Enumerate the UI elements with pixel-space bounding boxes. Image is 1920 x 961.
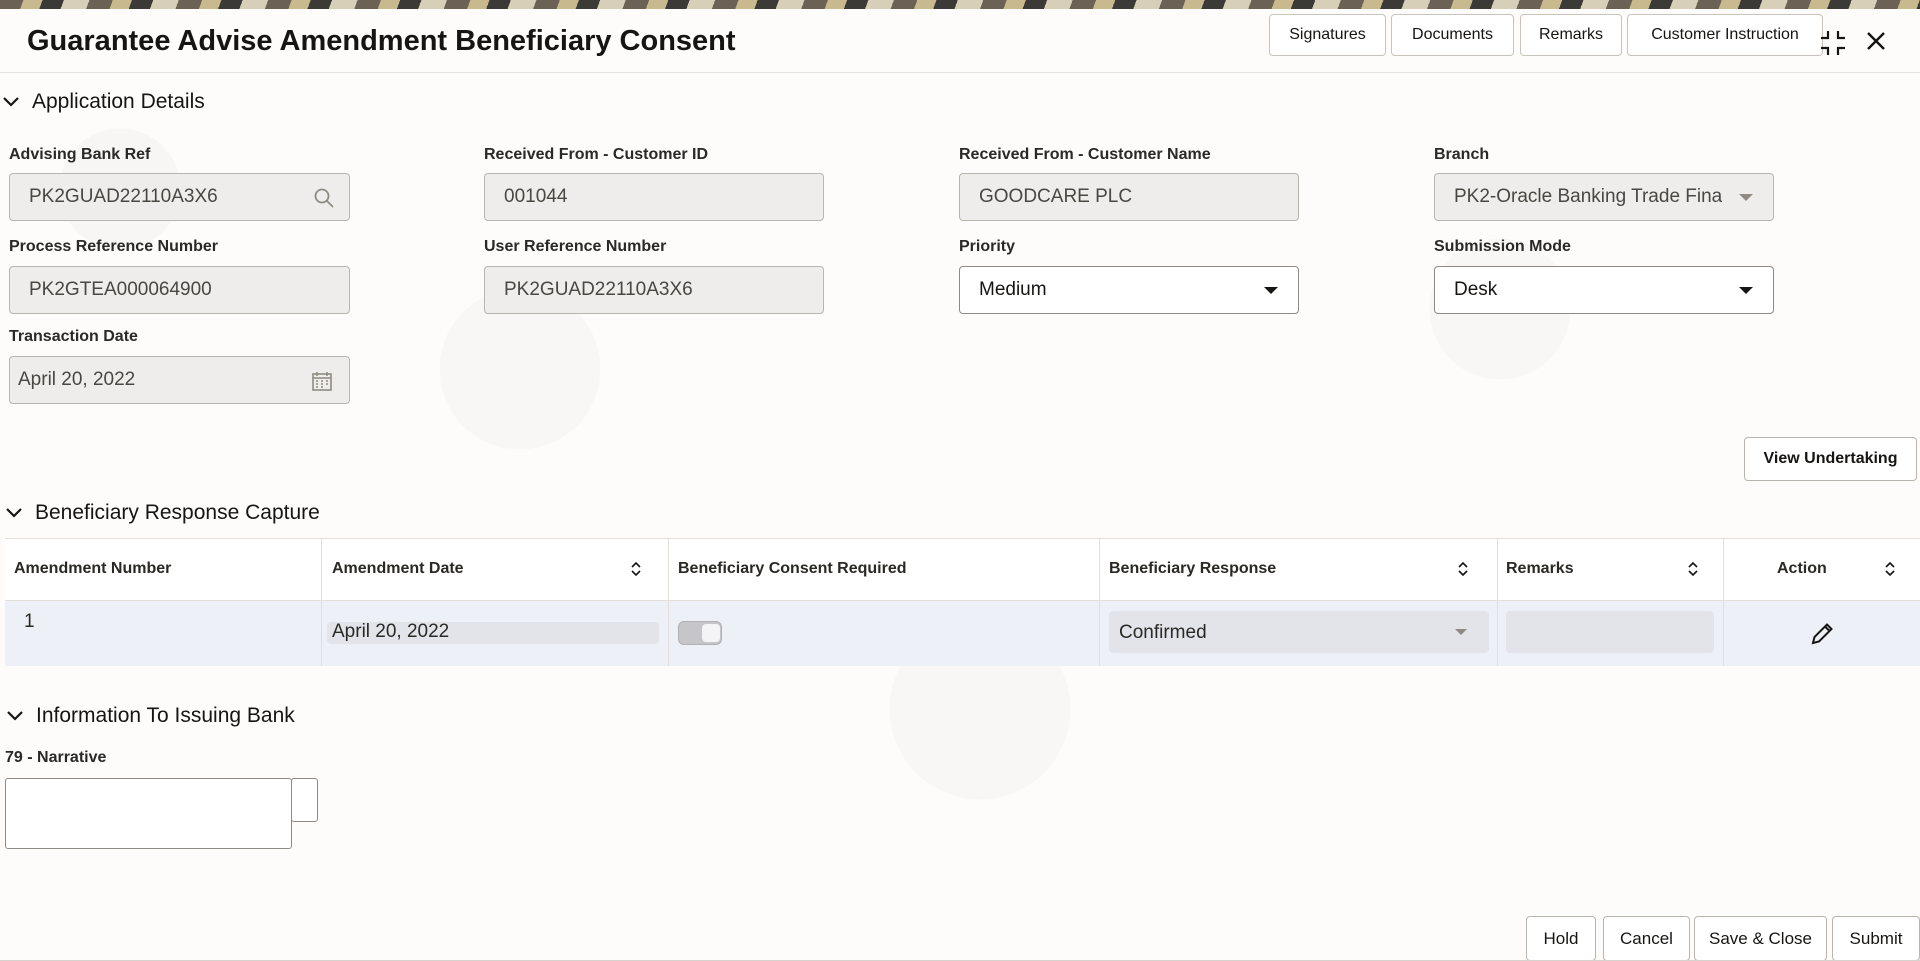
- priority-select[interactable]: Medium: [959, 266, 1299, 314]
- edit-icon[interactable]: [1808, 620, 1836, 648]
- chevron-down-icon: [1739, 287, 1753, 294]
- customer-id-field: 001044: [484, 173, 824, 221]
- sort-icon[interactable]: [1687, 561, 1699, 577]
- column-header[interactable]: Beneficiary Response: [1109, 560, 1276, 578]
- documents-button[interactable]: Documents: [1391, 14, 1514, 56]
- customer-name-label: Received From - Customer Name: [959, 146, 1211, 164]
- user-ref-label: User Reference Number: [484, 238, 666, 256]
- amendment-table: Amendment Number Amendment Date Benefici…: [5, 538, 1920, 666]
- column-divider: [668, 539, 669, 666]
- column-divider: [1497, 539, 1498, 666]
- close-icon[interactable]: [1864, 29, 1888, 53]
- narrative-textarea[interactable]: [5, 778, 292, 849]
- user-ref-value: PK2GUAD22110A3X6: [504, 279, 693, 301]
- user-ref-field: PK2GUAD22110A3X6: [484, 266, 824, 314]
- table-header-row: Amendment Number Amendment Date Benefici…: [5, 539, 1920, 601]
- submit-button[interactable]: Submit: [1832, 916, 1920, 961]
- advising-bank-ref-label: Advising Bank Ref: [9, 146, 150, 164]
- beneficiary-response-select[interactable]: Confirmed: [1109, 611, 1489, 653]
- consent-required-toggle[interactable]: [678, 621, 722, 645]
- save-close-button[interactable]: Save & Close: [1694, 916, 1827, 961]
- chevron-down-icon: [1739, 194, 1753, 201]
- view-undertaking-button[interactable]: View Undertaking: [1744, 437, 1917, 481]
- transaction-date-field[interactable]: April 20, 2022: [9, 356, 350, 404]
- column-header: Amendment Number: [14, 560, 171, 578]
- sort-icon[interactable]: [630, 561, 642, 577]
- beneficiary-response-toggle[interactable]: Beneficiary Response Capture: [5, 501, 320, 525]
- customer-id-label: Received From - Customer ID: [484, 146, 708, 164]
- branch-value: PK2-Oracle Banking Trade Fina: [1454, 186, 1722, 208]
- application-details-toggle[interactable]: Application Details: [2, 90, 205, 114]
- priority-label: Priority: [959, 238, 1015, 256]
- remarks-button[interactable]: Remarks: [1520, 14, 1622, 56]
- column-divider: [1099, 539, 1100, 666]
- beneficiary-response-title: Beneficiary Response Capture: [35, 501, 320, 525]
- customer-name-field: GOODCARE PLC: [959, 173, 1299, 221]
- modal-dialog: Guarantee Advise Amendment Beneficiary C…: [0, 9, 1920, 961]
- column-header[interactable]: Remarks: [1506, 560, 1574, 578]
- hold-button[interactable]: Hold: [1526, 916, 1596, 961]
- beneficiary-response-value: Confirmed: [1119, 622, 1207, 644]
- column-header[interactable]: Amendment Date: [332, 560, 464, 578]
- priority-value: Medium: [979, 279, 1047, 301]
- narrative-label: 79 - Narrative: [5, 749, 106, 767]
- branch-select[interactable]: PK2-Oracle Banking Trade Fina: [1434, 173, 1774, 221]
- amendment-date-cell: April 20, 2022: [332, 621, 449, 643]
- submission-mode-label: Submission Mode: [1434, 238, 1571, 256]
- submission-mode-value: Desk: [1454, 279, 1497, 301]
- maximize-icon[interactable]: [1818, 28, 1848, 58]
- signatures-button[interactable]: Signatures: [1269, 14, 1386, 56]
- chevron-down-icon: [2, 93, 20, 111]
- narrative-expand-button[interactable]: [291, 778, 318, 822]
- customer-name-value: GOODCARE PLC: [979, 186, 1132, 208]
- customer-instruction-button[interactable]: Customer Instruction: [1627, 14, 1823, 56]
- amendment-number-cell: 1: [24, 611, 35, 633]
- advising-bank-ref-value: PK2GUAD22110A3X6: [29, 186, 218, 208]
- table-row: 1 April 20, 2022 Confirmed: [5, 601, 1920, 666]
- chevron-down-icon: [6, 707, 24, 725]
- issuing-bank-toggle[interactable]: Information To Issuing Bank: [6, 704, 295, 728]
- sort-icon[interactable]: [1457, 561, 1469, 577]
- issuing-bank-title: Information To Issuing Bank: [36, 704, 295, 728]
- transaction-date-value: April 20, 2022: [18, 369, 135, 391]
- cancel-button[interactable]: Cancel: [1603, 916, 1690, 961]
- modal-header: Guarantee Advise Amendment Beneficiary C…: [0, 9, 1920, 73]
- customer-id-value: 001044: [504, 186, 567, 208]
- column-header[interactable]: Action: [1777, 560, 1827, 578]
- process-ref-field: PK2GTEA000064900: [9, 266, 350, 314]
- column-divider: [1723, 539, 1724, 666]
- column-header: Beneficiary Consent Required: [678, 560, 907, 578]
- application-details-title: Application Details: [32, 90, 205, 114]
- chevron-down-icon: [1264, 287, 1278, 294]
- chevron-down-icon: [5, 504, 23, 522]
- chevron-down-icon: [1455, 629, 1467, 635]
- background-strip: [0, 0, 1920, 9]
- transaction-date-label: Transaction Date: [9, 328, 138, 346]
- advising-bank-ref-field[interactable]: PK2GUAD22110A3X6: [9, 173, 350, 221]
- search-icon[interactable]: [313, 187, 335, 209]
- page-title: Guarantee Advise Amendment Beneficiary C…: [27, 25, 736, 58]
- column-divider: [321, 539, 322, 666]
- sort-icon[interactable]: [1884, 561, 1896, 577]
- process-ref-label: Process Reference Number: [9, 238, 218, 256]
- toggle-knob: [702, 624, 720, 642]
- branch-label: Branch: [1434, 146, 1489, 164]
- process-ref-value: PK2GTEA000064900: [29, 279, 212, 301]
- calendar-icon[interactable]: [311, 370, 333, 392]
- remarks-input[interactable]: [1506, 611, 1714, 653]
- submission-mode-select[interactable]: Desk: [1434, 266, 1774, 314]
